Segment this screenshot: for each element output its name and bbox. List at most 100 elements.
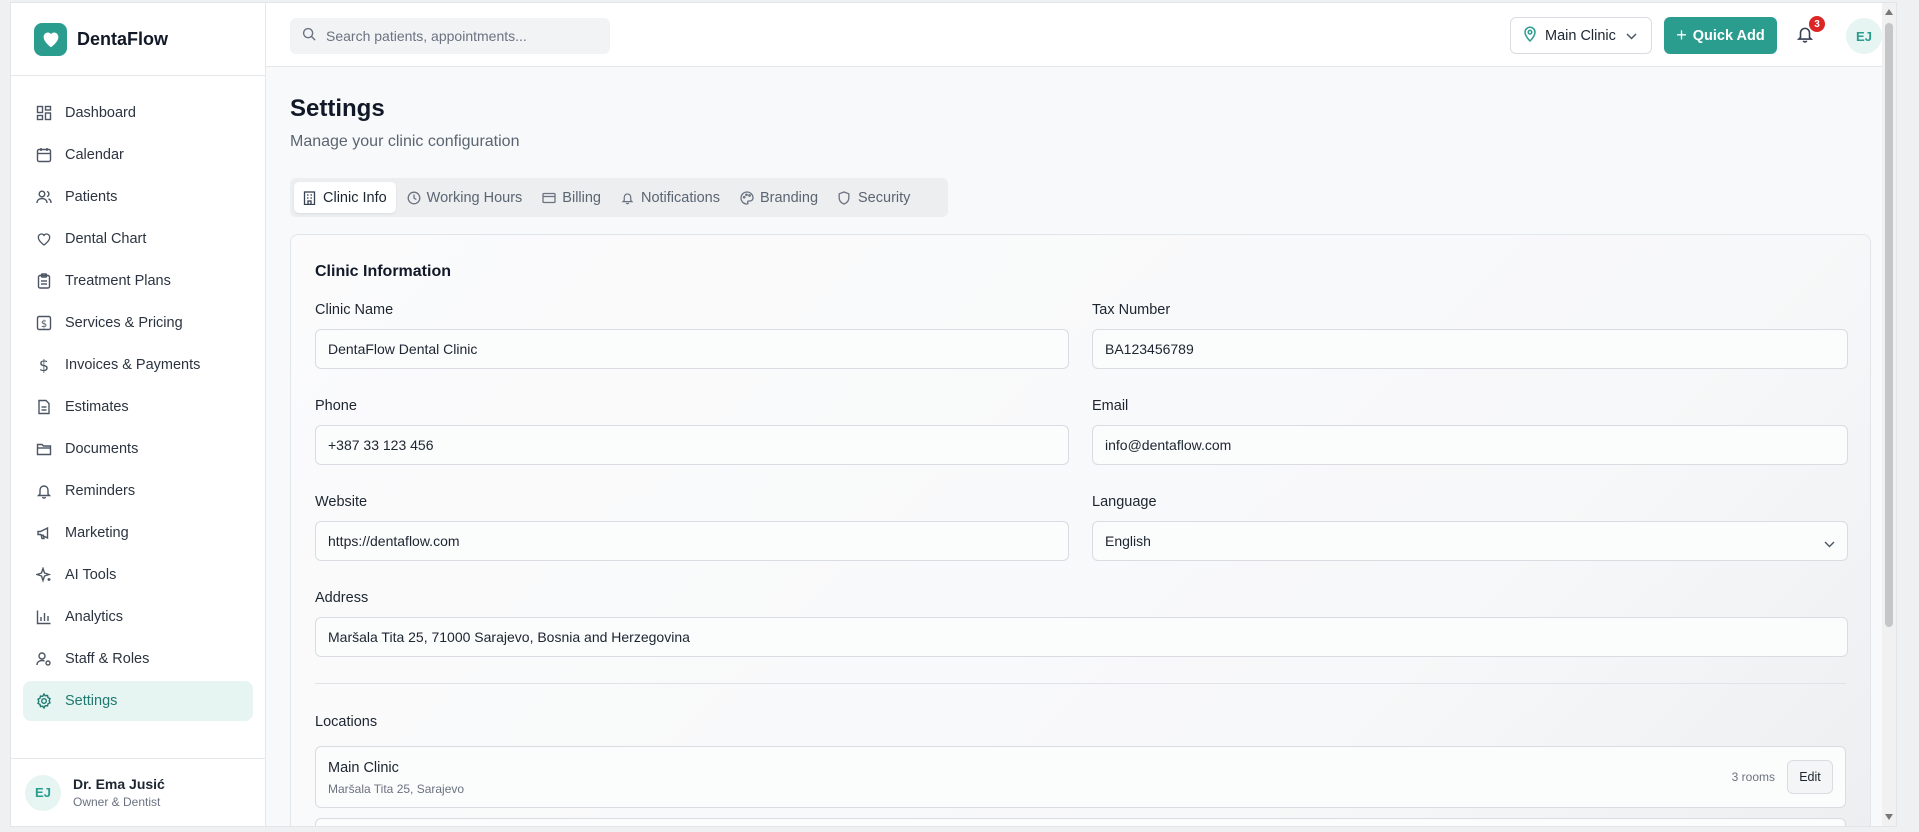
sidebar-item-dental-chart[interactable]: Dental Chart xyxy=(23,219,253,259)
sidebar-item-ai-tools[interactable]: AI Tools xyxy=(23,555,253,595)
address-input[interactable]: Maršala Tita 25, 71000 Sarajevo, Bosnia … xyxy=(315,617,1848,657)
sidebar-item-dashboard[interactable]: Dashboard xyxy=(23,93,253,133)
sidebar-item-settings[interactable]: Settings xyxy=(23,681,253,721)
quick-add-label: Quick Add xyxy=(1692,27,1765,44)
palette-icon xyxy=(740,190,754,205)
sidebar-item-services-pricing[interactable]: $ Services & Pricing xyxy=(23,303,253,343)
folder-icon xyxy=(35,440,53,458)
tax-number-input[interactable]: BA123456789 xyxy=(1092,329,1848,369)
website-field: Website https://dentaflow.com xyxy=(315,494,1069,561)
tab-clinic-info[interactable]: Clinic Info xyxy=(294,182,396,213)
search-input[interactable] xyxy=(326,28,596,44)
sidebar-item-label: Staff & Roles xyxy=(65,651,150,667)
sparkles-icon xyxy=(35,566,53,584)
user-profile[interactable]: EJ Dr. Ema Jusić Owner & Dentist xyxy=(11,758,265,826)
sidebar-item-estimates[interactable]: Estimates xyxy=(23,387,253,427)
building-icon xyxy=(303,190,317,205)
page-subtitle: Manage your clinic configuration xyxy=(290,133,520,150)
chevron-down-icon xyxy=(1824,535,1835,551)
clock-icon xyxy=(407,191,421,205)
tab-security[interactable]: Security xyxy=(829,182,919,213)
svg-text:$: $ xyxy=(39,357,49,373)
scrollbar[interactable] xyxy=(1882,3,1896,826)
quick-add-button[interactable]: + Quick Add xyxy=(1664,17,1777,54)
location-item: Main Clinic Maršala Tita 25, Sarajevo 3 … xyxy=(315,746,1846,808)
tab-working-hours[interactable]: Working Hours xyxy=(398,182,532,213)
tab-branding[interactable]: Branding xyxy=(731,182,827,213)
sidebar-item-calendar[interactable]: Calendar xyxy=(23,135,253,175)
address-field: Address Maršala Tita 25, 71000 Sarajevo,… xyxy=(315,590,1848,657)
phone-input[interactable]: +387 33 123 456 xyxy=(315,425,1069,465)
email-field: Email info@dentaflow.com xyxy=(1092,398,1848,465)
user-cog-icon xyxy=(35,650,53,668)
price-tag-icon: $ xyxy=(35,314,53,332)
tab-billing[interactable]: Billing xyxy=(533,182,610,213)
sidebar-item-label: Treatment Plans xyxy=(65,273,171,289)
scroll-down-arrow-icon[interactable] xyxy=(1885,814,1893,820)
sidebar-item-reminders[interactable]: Reminders xyxy=(23,471,253,511)
plus-icon: + xyxy=(1676,25,1687,45)
sidebar-item-staff-roles[interactable]: Staff & Roles xyxy=(23,639,253,679)
scrollbar-thumb[interactable] xyxy=(1885,23,1893,627)
email-input[interactable]: info@dentaflow.com xyxy=(1092,425,1848,465)
sidebar-item-treatment-plans[interactable]: Treatment Plans xyxy=(23,261,253,301)
sidebar-item-invoices-payments[interactable]: $ Invoices & Payments xyxy=(23,345,253,385)
brand[interactable]: DentaFlow xyxy=(11,3,265,76)
app-window: DentaFlow Dashboard Calendar Patients De… xyxy=(10,2,1897,827)
language-field: Language English xyxy=(1092,494,1848,561)
clinic-name-label: Clinic Name xyxy=(315,302,394,318)
notification-count-badge: 3 xyxy=(1809,16,1825,32)
svg-text:$: $ xyxy=(41,319,47,330)
sidebar-item-patients[interactable]: Patients xyxy=(23,177,253,217)
section-title: Clinic Information xyxy=(315,263,451,280)
avatar: EJ xyxy=(25,774,61,811)
clinic-name-input[interactable]: DentaFlow Dental Clinic xyxy=(315,329,1069,369)
sidebar-item-label: Dashboard xyxy=(65,105,136,121)
brand-name: DentaFlow xyxy=(77,28,169,49)
clinic-name-field: Clinic Name DentaFlow Dental Clinic xyxy=(315,302,1069,369)
clinic-info-card: Clinic Information Clinic Name DentaFlow… xyxy=(290,234,1871,826)
search-box[interactable] xyxy=(290,18,610,54)
sidebar-item-label: Settings xyxy=(65,693,118,709)
address-label: Address xyxy=(315,590,369,606)
tax-number-field: Tax Number BA123456789 xyxy=(1092,302,1848,369)
user-role: Owner & Dentist xyxy=(73,795,161,809)
language-select[interactable]: English xyxy=(1092,521,1848,561)
tax-number-label: Tax Number xyxy=(1092,302,1171,318)
sidebar-item-label: Analytics xyxy=(65,609,124,625)
tab-label: Notifications xyxy=(640,189,720,206)
sidebar-item-label: Documents xyxy=(65,441,139,457)
bell-icon xyxy=(35,482,53,500)
sidebar-item-marketing[interactable]: Marketing xyxy=(23,513,253,553)
sidebar-item-documents[interactable]: Documents xyxy=(23,429,253,469)
user-avatar[interactable]: EJ xyxy=(1846,18,1882,54)
sidebar-nav: Dashboard Calendar Patients Dental Chart… xyxy=(23,93,253,723)
language-value: English xyxy=(1105,533,1151,549)
dashboard-icon xyxy=(35,104,53,122)
clipboard-icon xyxy=(35,272,53,290)
bell-icon xyxy=(621,191,635,205)
megaphone-icon xyxy=(35,524,53,542)
divider xyxy=(315,683,1846,684)
file-icon xyxy=(35,398,53,416)
credit-card-icon xyxy=(542,191,556,205)
clinic-selector[interactable]: Main Clinic xyxy=(1510,17,1652,54)
location-rooms: 3 rooms xyxy=(1731,770,1775,784)
sidebar-item-label: Services & Pricing xyxy=(65,315,183,331)
sidebar-item-label: Invoices & Payments xyxy=(65,357,201,373)
heart-icon xyxy=(35,230,53,248)
sidebar-item-analytics[interactable]: Analytics xyxy=(23,597,253,637)
page-title: Settings xyxy=(290,95,385,122)
sidebar-item-label: Reminders xyxy=(65,483,136,499)
tab-notifications[interactable]: Notifications xyxy=(612,182,729,213)
calendar-icon xyxy=(35,146,53,164)
user-name: Dr. Ema Jusić xyxy=(73,776,165,792)
website-input[interactable]: https://dentaflow.com xyxy=(315,521,1069,561)
scroll-up-arrow-icon[interactable] xyxy=(1885,9,1893,15)
sidebar-item-label: Marketing xyxy=(65,525,129,541)
edit-location-button[interactable]: Edit xyxy=(1787,760,1833,794)
tab-label: Working Hours xyxy=(426,189,523,206)
map-pin-icon xyxy=(1523,26,1537,46)
tab-label: Clinic Info xyxy=(323,189,387,206)
shield-icon xyxy=(838,190,852,205)
